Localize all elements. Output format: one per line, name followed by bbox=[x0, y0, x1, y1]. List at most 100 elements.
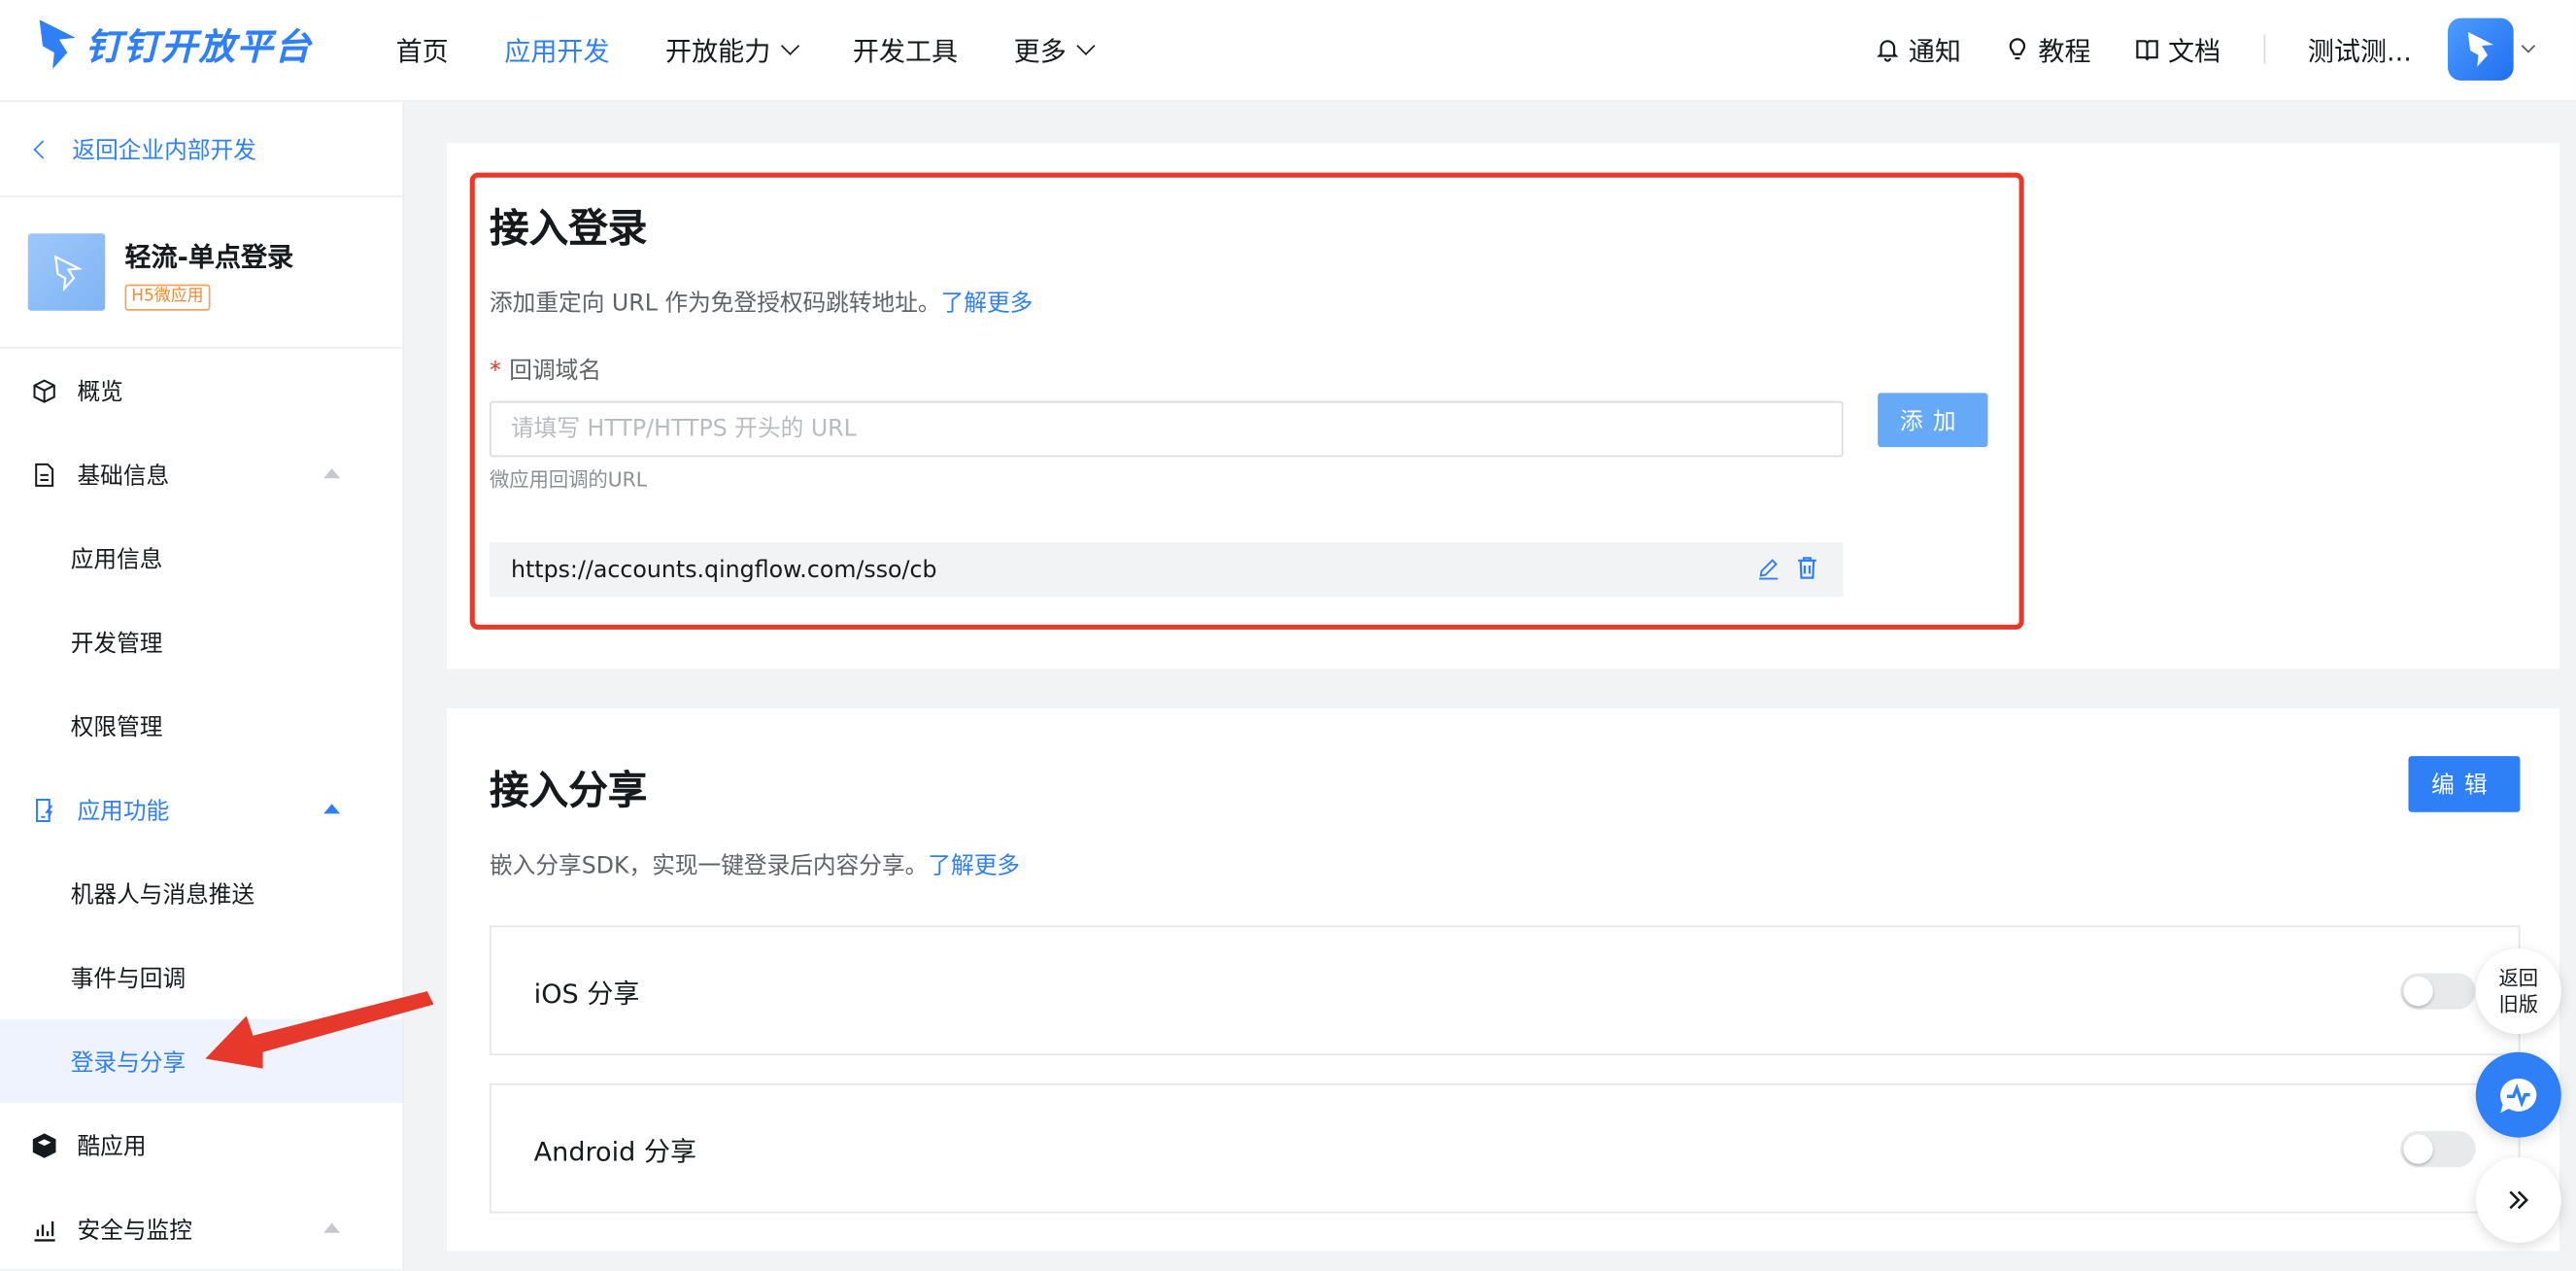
sidebar-item-overview[interactable]: 概览 bbox=[0, 349, 402, 432]
app-logo bbox=[27, 233, 106, 311]
nav-label: 开放能力 bbox=[665, 36, 771, 68]
dingtalk-wing-icon bbox=[39, 19, 76, 70]
share-learn-more-link[interactable]: 了解更多 bbox=[928, 853, 1020, 879]
sidebar-item-cool-app[interactable]: 酷应用 bbox=[0, 1103, 402, 1186]
sidebar-menu: 概览 基础信息 应用信息 开发管理 权限管理 应用功能 机器人与消息推送 事件与… bbox=[0, 349, 403, 1271]
sidebar-item-label: 机器人与消息推送 bbox=[70, 881, 255, 909]
avatar[interactable] bbox=[2448, 17, 2514, 81]
docs-label: 文档 bbox=[2168, 36, 2221, 68]
user-name[interactable]: 测试测... bbox=[2308, 29, 2412, 69]
nav-app-dev[interactable]: 应用开发 bbox=[504, 29, 609, 69]
sidebar-item-dev-manage[interactable]: 开发管理 bbox=[0, 600, 402, 683]
dingtalk-logo[interactable]: 钉钉开放平台 bbox=[36, 17, 312, 73]
app-wing-icon bbox=[53, 254, 83, 291]
trash-icon[interactable] bbox=[1794, 554, 1820, 580]
bell-icon bbox=[1876, 40, 1898, 62]
nav-label: 应用开发 bbox=[504, 36, 610, 68]
android-share-label: Android 分享 bbox=[533, 1135, 697, 1167]
back-to-internal-dev[interactable]: 返回企业内部开发 bbox=[0, 102, 403, 198]
main-nav: 首页 应用开发 开放能力 开发工具 更多 bbox=[396, 0, 1149, 99]
cool-app-icon bbox=[29, 1130, 58, 1159]
sidebar-item-basic-info[interactable]: 基础信息 bbox=[0, 432, 402, 516]
docs-link[interactable]: 文档 bbox=[2134, 29, 2221, 69]
sidebar-item-label: 概览 bbox=[77, 378, 123, 406]
android-share-toggle[interactable] bbox=[2399, 1130, 2476, 1168]
sidebar-item-label: 登录与分享 bbox=[70, 1049, 186, 1077]
header-divider bbox=[2263, 34, 2265, 64]
sidebar-item-label: 应用功能 bbox=[77, 798, 170, 825]
nav-label: 更多 bbox=[1013, 36, 1067, 68]
ios-share-toggle[interactable] bbox=[2399, 973, 2476, 1010]
callback-url-input[interactable] bbox=[490, 400, 1844, 458]
login-desc-text: 添加重定向 URL 作为免登授权码跳转地址。 bbox=[490, 291, 941, 318]
app-card: 轻流-单点登录 H5微应用 bbox=[0, 197, 403, 349]
share-section-title: 接入分享 bbox=[490, 768, 648, 814]
header-right: 通知 教程 文档 测试测... bbox=[1874, 0, 2576, 99]
android-share-row: Android 分享 bbox=[490, 1082, 2521, 1214]
chat-bubble-icon bbox=[2500, 1078, 2537, 1114]
collapse-float-button[interactable] bbox=[2475, 1156, 2561, 1243]
back-label: 返回企业内部开发 bbox=[72, 137, 256, 164]
sidebar-item-label: 应用信息 bbox=[70, 546, 163, 573]
share-desc-text: 嵌入分享SDK，实现一键登录后内容分享。 bbox=[490, 852, 929, 880]
app-type-badge: H5微应用 bbox=[124, 283, 211, 310]
app-name: 轻流-单点登录 bbox=[124, 240, 294, 272]
sidebar-item-label: 事件与回调 bbox=[70, 965, 186, 992]
double-chevron-right-icon bbox=[2509, 1190, 2529, 1210]
sidebar-item-security[interactable]: 安全与监控 bbox=[0, 1186, 402, 1270]
sidebar-item-label: 安全与监控 bbox=[77, 1217, 192, 1244]
edit-icon[interactable] bbox=[1756, 555, 1780, 579]
nav-label: 首页 bbox=[395, 36, 449, 68]
nav-dev-tools[interactable]: 开发工具 bbox=[853, 29, 958, 69]
callback-url-value: https://accounts.qingflow.com/sso/cb bbox=[510, 556, 937, 583]
callback-domain-label: * 回调域名 bbox=[490, 354, 601, 387]
lightbulb-icon bbox=[2009, 38, 2025, 60]
notify-link[interactable]: 通知 bbox=[1874, 29, 1961, 69]
nav-open-capability[interactable]: 开放能力 bbox=[665, 29, 800, 69]
sidebar-item-label: 基础信息 bbox=[77, 463, 170, 490]
top-nav-bar: 钉钉开放平台 首页 应用开发 开放能力 开发工具 更多 通知 教程 文档 测试测… bbox=[0, 0, 2576, 102]
nav-home[interactable]: 首页 bbox=[396, 29, 449, 69]
add-url-button[interactable]: 添加 bbox=[1878, 393, 1988, 448]
phone-feature-icon bbox=[29, 795, 58, 824]
dingtalk-avatar-icon bbox=[2467, 31, 2493, 67]
chevron-down-icon bbox=[1076, 35, 1096, 55]
tutorial-link[interactable]: 教程 bbox=[2004, 29, 2091, 69]
cube-icon bbox=[29, 376, 58, 405]
field-label-text: 回调域名 bbox=[509, 358, 602, 385]
login-learn-more-link[interactable]: 了解更多 bbox=[941, 291, 1034, 317]
login-section-title: 接入登录 bbox=[490, 205, 648, 252]
book-icon bbox=[2135, 40, 2158, 61]
edit-share-button[interactable]: 编辑 bbox=[2408, 756, 2521, 812]
sidebar-item-app-info[interactable]: 应用信息 bbox=[0, 516, 402, 600]
chevron-down-icon[interactable] bbox=[2521, 39, 2536, 53]
sidebar-item-app-features[interactable]: 应用功能 bbox=[0, 768, 402, 851]
sidebar-item-label: 开发管理 bbox=[70, 630, 163, 657]
ios-share-row: iOS 分享 bbox=[490, 925, 2521, 1056]
back-to-old-version-button[interactable]: 返回 旧版 bbox=[2475, 948, 2561, 1035]
nav-more[interactable]: 更多 bbox=[1013, 29, 1096, 69]
sidebar-item-label: 酷应用 bbox=[77, 1133, 147, 1160]
document-icon bbox=[29, 460, 58, 489]
assistant-chat-button[interactable] bbox=[2475, 1051, 2561, 1138]
tutorial-label: 教程 bbox=[2038, 36, 2091, 68]
nav-label: 开发工具 bbox=[852, 36, 959, 68]
notify-label: 通知 bbox=[1908, 36, 1961, 68]
callback-url-row: https://accounts.qingflow.com/sso/cb bbox=[490, 542, 1844, 598]
required-asterisk: * bbox=[490, 358, 501, 385]
caret-up-icon bbox=[323, 468, 341, 479]
float-text-line: 旧版 bbox=[2498, 992, 2539, 1016]
chevron-down-icon bbox=[781, 35, 800, 55]
ios-share-label: iOS 分享 bbox=[533, 977, 640, 1009]
sidebar-item-label: 权限管理 bbox=[70, 714, 163, 741]
annotation-arrow bbox=[205, 991, 434, 1069]
callback-url-hint: 微应用回调的URL bbox=[490, 468, 648, 492]
caret-up-icon bbox=[323, 804, 341, 814]
bar-chart-icon bbox=[29, 1214, 58, 1243]
float-text-line: 返回 bbox=[2498, 966, 2539, 990]
sidebar-item-robot-push[interactable]: 机器人与消息推送 bbox=[0, 851, 402, 935]
logo-text: 钉钉开放平台 bbox=[85, 27, 313, 70]
login-section-description: 添加重定向 URL 作为免登授权码跳转地址。了解更多 bbox=[490, 286, 1033, 319]
chevron-left-icon bbox=[33, 139, 52, 158]
sidebar-item-permission[interactable]: 权限管理 bbox=[0, 684, 402, 768]
